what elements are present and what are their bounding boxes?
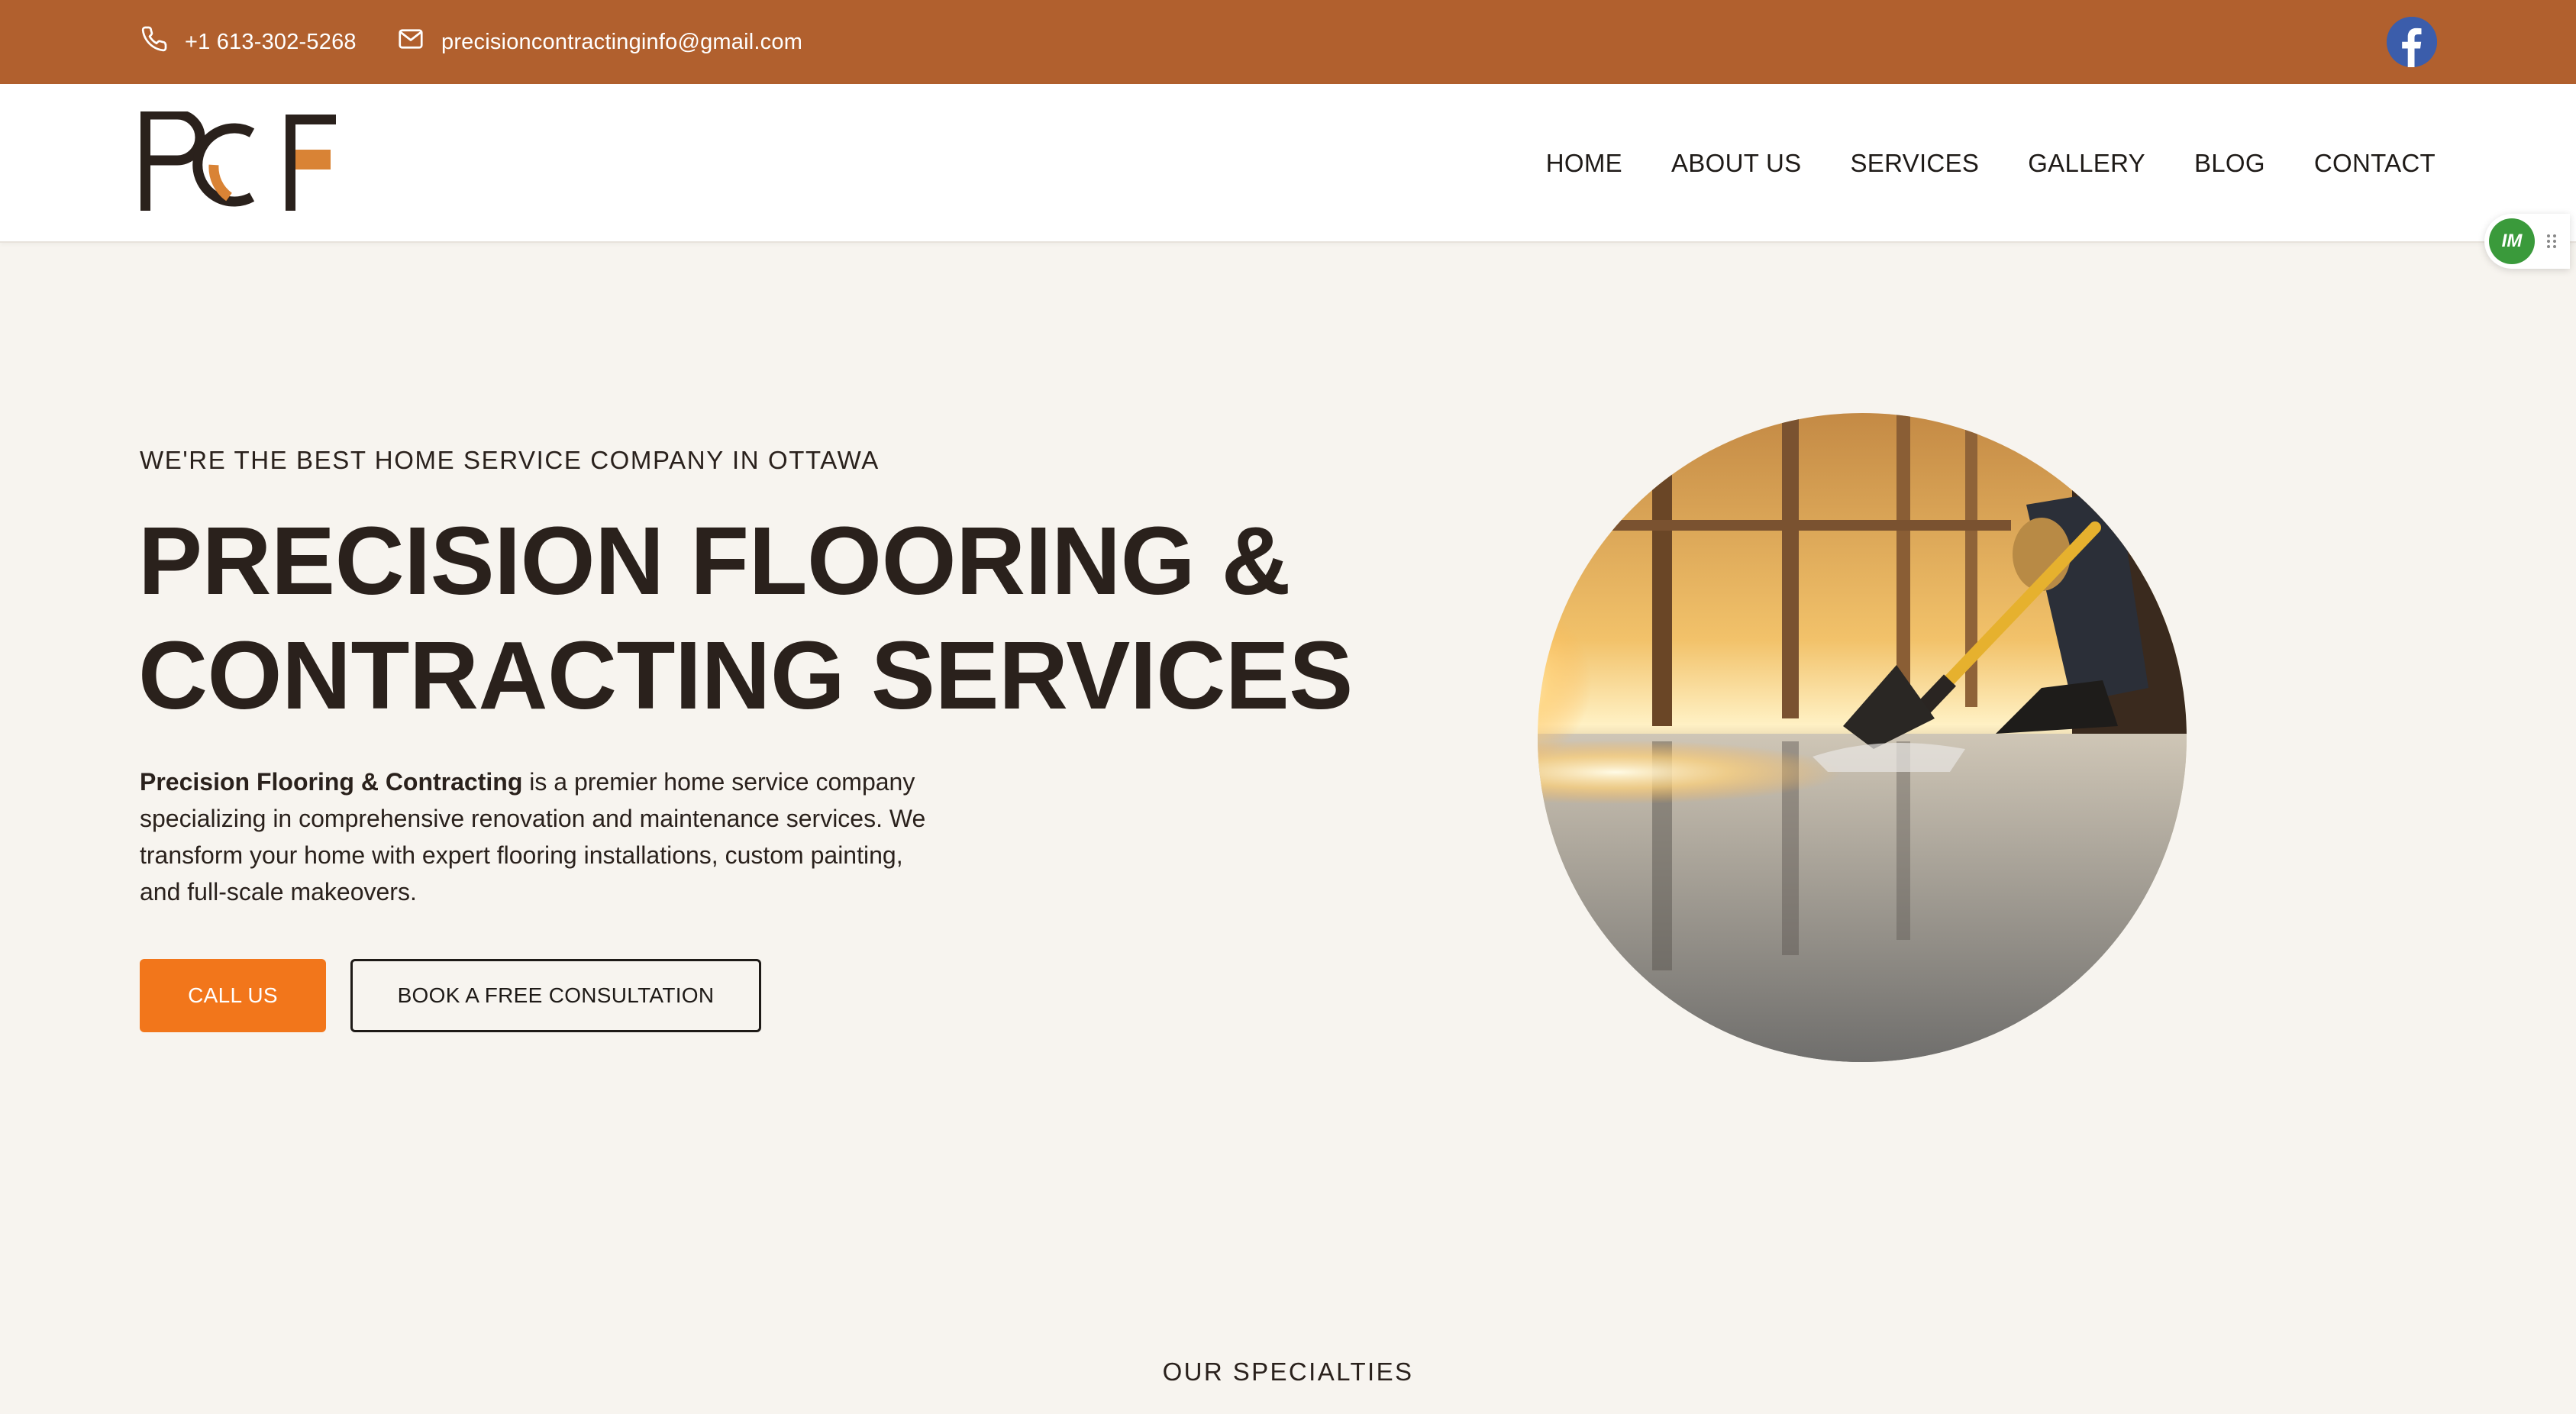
phone-icon [140,25,168,59]
site-header: HOME ABOUT US SERVICES GALLERY BLOG CONT… [0,84,2576,243]
phone-link[interactable]: +1 613-302-5268 [140,0,357,84]
floating-chat-widget[interactable]: IM [2484,214,2570,269]
drag-handle-icon[interactable] [2544,232,2559,250]
pcf-logo[interactable] [139,111,337,214]
hero-title: PRECISION FLOORING & CONTRACTING SERVICE… [138,504,1360,733]
hero-eyebrow: WE'RE THE BEST HOME SERVICE COMPANY IN O… [140,446,880,474]
email-address: precisioncontractinginfo@gmail.com [441,29,803,54]
widget-badge[interactable]: IM [2489,218,2535,264]
nav-blog[interactable]: BLOG [2194,149,2265,178]
nav-about-us[interactable]: ABOUT US [1671,149,1802,178]
mail-icon [397,25,424,59]
hero-floor-image [1538,413,2187,1062]
nav-contact[interactable]: CONTACT [2314,149,2436,178]
email-link[interactable]: precisioncontractinginfo@gmail.com [397,0,802,84]
nav-home[interactable]: HOME [1546,149,1622,178]
main-nav: HOME ABOUT US SERVICES GALLERY BLOG CONT… [1546,84,2436,243]
hero-description-company: Precision Flooring & Contracting [140,768,523,796]
nav-services[interactable]: SERVICES [1851,149,1980,178]
nav-gallery[interactable]: GALLERY [2028,149,2145,178]
specialties-heading: OUR SPECIALTIES [1162,1358,1414,1386]
call-us-button[interactable]: CALL US [140,959,326,1032]
book-consultation-button[interactable]: BOOK A FREE CONSULTATION [350,959,761,1032]
hero-description: Precision Flooring & Contracting is a pr… [140,763,949,910]
top-contact-bar: +1 613-302-5268 precisioncontractinginfo… [0,0,2576,84]
hero-title-line-1: PRECISION FLOORING & [138,507,1291,615]
hero-title-line-2: CONTRACTING SERVICES [138,621,1353,729]
facebook-icon[interactable] [2387,17,2437,67]
phone-number: +1 613-302-5268 [185,29,357,54]
